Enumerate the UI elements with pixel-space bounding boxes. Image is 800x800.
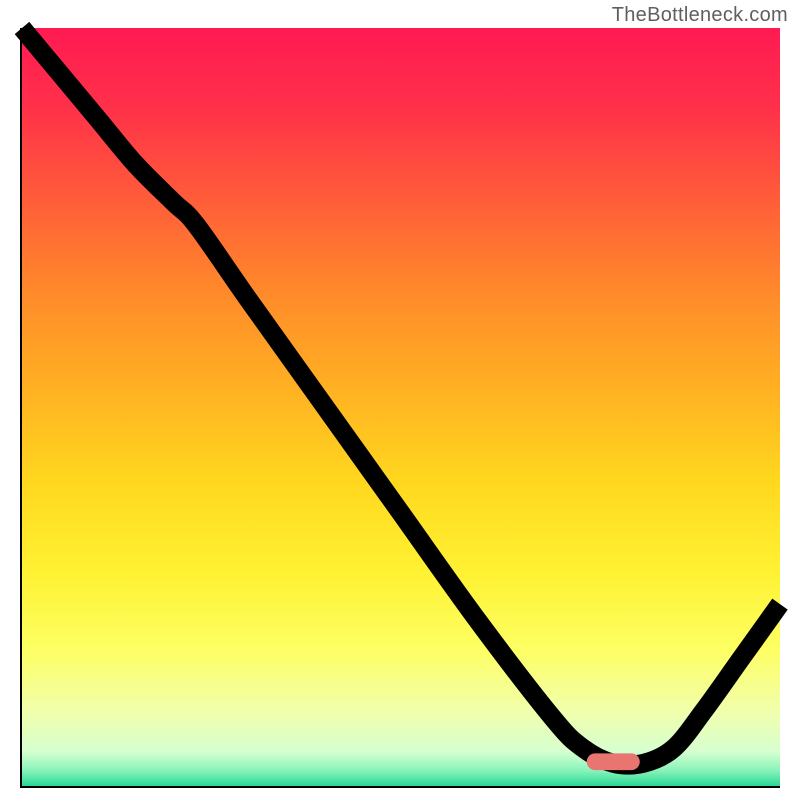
curve-layer: [22, 28, 780, 786]
bottleneck-curve: [22, 28, 780, 765]
plot-area: [20, 28, 780, 788]
optimal-marker: [587, 753, 640, 770]
watermark-text: TheBottleneck.com: [612, 4, 788, 27]
